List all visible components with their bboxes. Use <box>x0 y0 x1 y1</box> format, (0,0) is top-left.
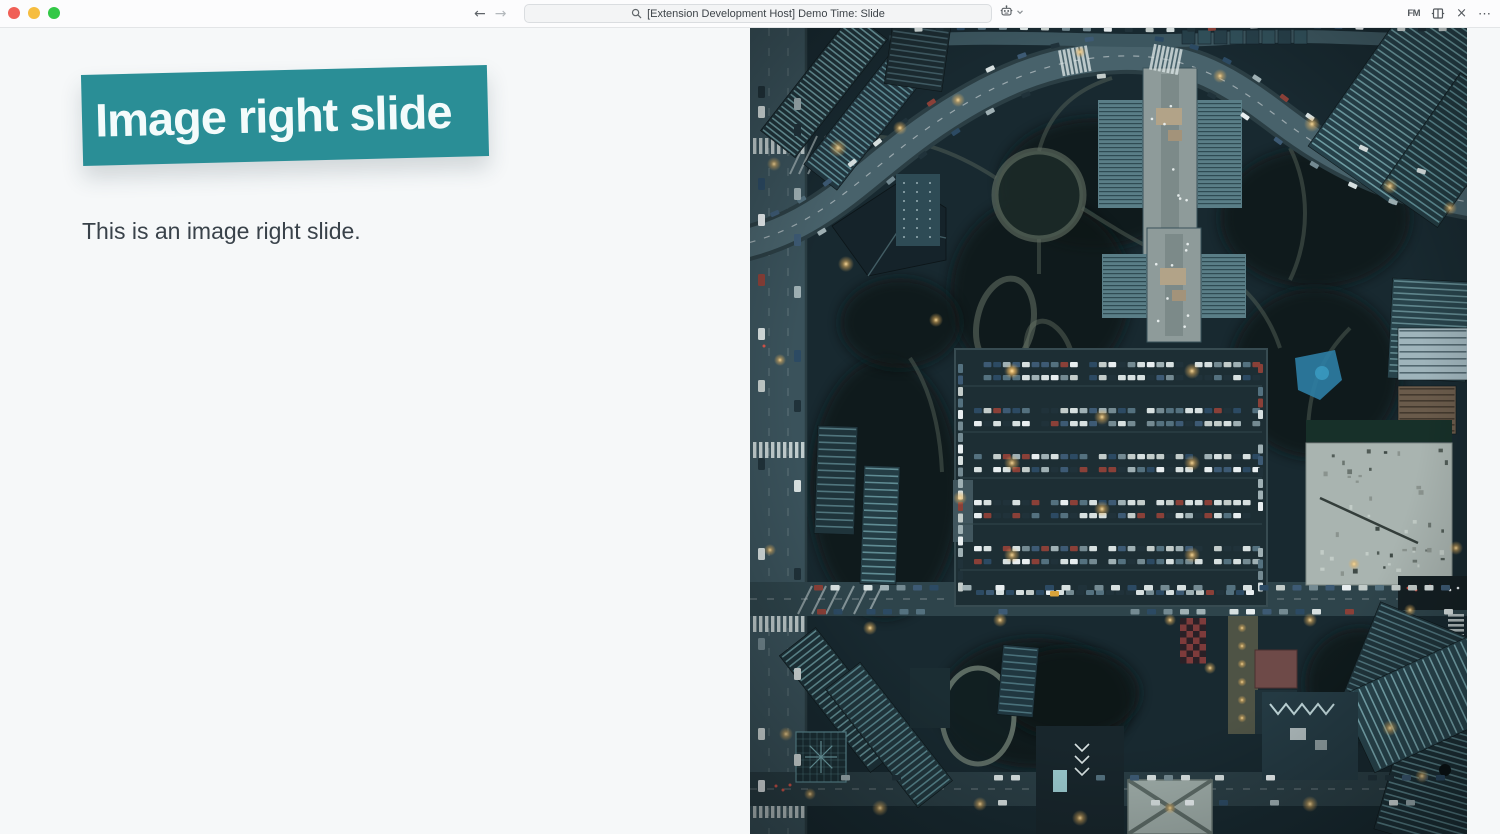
back-button[interactable]: ← <box>474 7 486 21</box>
close-icon[interactable]: × <box>1456 7 1467 20</box>
address-bar[interactable]: [Extension Development Host] Demo Time: … <box>524 4 992 23</box>
robot-menu[interactable] <box>999 4 1024 19</box>
robot-icon <box>999 4 1014 19</box>
close-window-button[interactable] <box>8 7 20 19</box>
slide-title: Image right slide <box>94 84 452 148</box>
aerial-city-photo <box>750 28 1467 834</box>
aerial-city-photo-svg <box>750 28 1467 834</box>
titlebar-right-actions: FM × ⋯ <box>1407 0 1492 27</box>
fm-icon[interactable]: FM <box>1407 8 1420 19</box>
zoom-window-button[interactable] <box>48 7 60 19</box>
nav-arrows: ← → <box>474 0 506 27</box>
forward-button[interactable]: → <box>495 7 507 21</box>
more-actions-icon[interactable]: ⋯ <box>1478 7 1492 20</box>
search-icon <box>631 8 642 19</box>
address-text: [Extension Development Host] Demo Time: … <box>647 8 885 20</box>
slide: Image right slide This is an image right… <box>0 28 750 834</box>
traffic-lights <box>8 7 60 19</box>
minimize-window-button[interactable] <box>28 7 40 19</box>
titlebar: ← → [Extension Development Host] Demo Ti… <box>0 0 1500 28</box>
chevron-down-icon <box>1016 8 1024 16</box>
split-editor-icon[interactable] <box>1431 7 1445 20</box>
webview-content: Image right slide This is an image right… <box>0 28 1500 834</box>
slide-body-text: This is an image right slide. <box>82 218 361 245</box>
slide-title-banner: Image right slide <box>81 65 489 166</box>
